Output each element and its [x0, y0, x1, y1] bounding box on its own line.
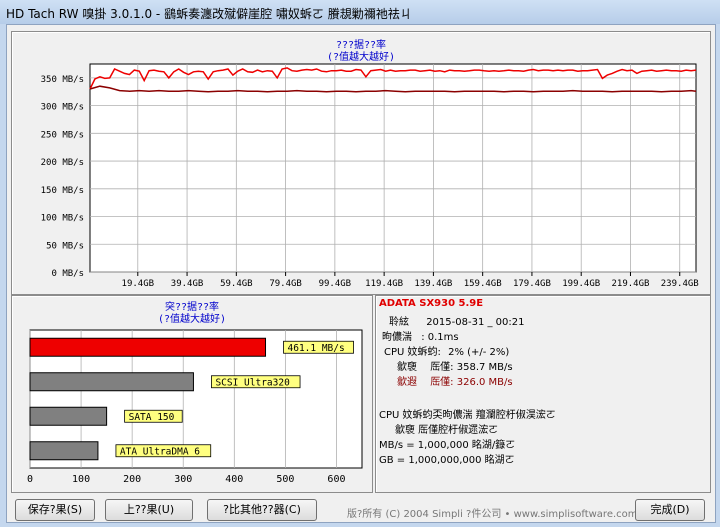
read-speed-label: 歙褏 [397, 362, 417, 373]
x-tick-label: 19.4GB [122, 279, 155, 289]
y-tick-label: 150 MB/s [41, 186, 84, 196]
cpu-usage-row: CPU 妏蚸蚐: 2% (+/- 2%) [384, 343, 509, 358]
upload-results-button[interactable]: 上??果(U) [105, 499, 193, 521]
date-row: 聆絃 2015-08-31 _ 00:21 [389, 313, 524, 328]
note-line-4: GB = 1,000,000,000 眳湖ㄛ [379, 455, 515, 466]
bar-label: SATA 150 [129, 412, 175, 423]
bar-x-tick-label: 0 [27, 474, 33, 485]
bar-x-tick-label: 100 [72, 474, 90, 485]
note-line-1: CPU 妏蚸蚐奀昫儂湍 羶瀾腔杅俶淏浤ㄛ [379, 410, 556, 421]
read-speed-row: 歙褏 厒僅: 358.7 MB/s [397, 358, 513, 373]
read-speed-value: 厒僅: 358.7 MB/s [430, 362, 513, 373]
date-label: 聆絃 [389, 317, 409, 328]
y-tick-label: 250 MB/s [41, 130, 84, 140]
x-tick-label: 139.4GB [414, 279, 452, 289]
bar-2 [29, 406, 108, 426]
y-tick-label: 300 MB/s [41, 103, 84, 113]
plot-area [89, 63, 697, 273]
bar-x-tick-label: 500 [276, 474, 294, 485]
bar-x-tick-label: 400 [225, 474, 243, 485]
copyright-text: 版?所有 (C) 2004 Simpli ?件公司 • www.simpliso… [347, 509, 638, 520]
burst-chart-subtitle: (?值越大越好) [158, 312, 226, 325]
y-tick-label: 200 MB/s [41, 158, 84, 168]
bar-0 [29, 337, 267, 357]
write-speed-label: 歙遐 [397, 377, 417, 388]
note-line-2: 歙褏 厒僅腔杅俶遝浤ㄛ [395, 425, 499, 436]
x-tick-label: 39.4GB [171, 279, 204, 289]
write-speed-row: 歙遐 厒僅: 326.0 MB/s [397, 373, 513, 388]
burst-chart-title: 突??据??率 [165, 300, 219, 313]
date-value: 2015-08-31 _ 00:21 [426, 317, 525, 328]
read-speed-chart-subtitle: (?值越大越好) [327, 50, 395, 63]
bar-label: 461.1 MB/s [288, 343, 345, 354]
compare-drives-button[interactable]: ?比其他??器(C) [207, 499, 317, 521]
x-tick-label: 119.4GB [365, 279, 403, 289]
access-time-label: 昫儂湍 [382, 332, 412, 343]
x-tick-label: 79.4GB [269, 279, 302, 289]
read-speed-chart-panel: ???据??率 (?值越大越好) 0 MB/s 50 MB/s 100 MB/s 15… [11, 31, 711, 295]
bar-3 [29, 441, 99, 461]
access-time-row: 昫儂湍 : 0.1ms [382, 328, 459, 343]
x-tick-label: 59.4GB [220, 279, 253, 289]
window-title: HD Tach RW 嗅掛 3.0.1.0 - 鷂蚸奏瀍改殧僻崖腔 嘯奴蚸ㄛ 賸… [6, 7, 412, 21]
burst-speed-chart: 突??据??率 (?值越大越好) 0 100 200 300 400 500 600 461.… [27, 300, 363, 485]
bar-x-tick-label: 200 [123, 474, 141, 485]
y-tick-label: 0 MB/s [51, 269, 84, 279]
y-tick-label: 100 MB/s [41, 214, 84, 224]
x-tick-label: 199.4GB [562, 279, 600, 289]
access-time-value: : 0.1ms [421, 332, 459, 343]
read-speed-chart: ???据??率 (?值越大越好) 0 MB/s 50 MB/s 100 MB/s 15… [41, 38, 699, 289]
drive-name: ADATA SX930 5.9E [379, 298, 484, 309]
bar-label: SCSI Ultra320 [215, 377, 290, 388]
drive-info-panel: ADATA SX930 5.9E 聆絃 2015-08-31 _ 00:21 昫… [375, 295, 711, 493]
x-tick-label: 99.4GB [319, 279, 352, 289]
read-speed-chart-title: ???据??率 [336, 38, 386, 51]
x-tick-label: 219.4GB [612, 279, 650, 289]
bar-x-tick-label: 600 [327, 474, 345, 485]
bar-label: ATA UltraDMA 6 [120, 446, 200, 457]
cpu-usage-value: 2% (+/- 2%) [448, 347, 510, 358]
x-tick-label: 239.4GB [661, 279, 699, 289]
bar-x-tick-label: 300 [174, 474, 192, 485]
x-tick-label: 179.4GB [513, 279, 551, 289]
main-window-client: ???据??率 (?值越大越好) 0 MB/s 50 MB/s 100 MB/s 15… [6, 24, 716, 523]
burst-speed-panel: 突??据??率 (?值越大越好) 0 100 200 300 400 500 600 461.… [11, 295, 373, 493]
cpu-usage-label: CPU 妏蚸蚐: [384, 347, 441, 358]
y-tick-label: 350 MB/s [41, 75, 84, 85]
note-line-3: MB/s = 1,000,000 眳湖/籙ㄛ [379, 440, 516, 451]
y-tick-label: 50 MB/s [46, 241, 84, 251]
done-button[interactable]: 完成(D) [635, 499, 705, 521]
bar-1 [29, 372, 194, 392]
title-bar: HD Tach RW 嗅掛 3.0.1.0 - 鷂蚸奏瀍改殧僻崖腔 嘯奴蚸ㄛ 賸… [0, 0, 720, 24]
x-tick-label: 159.4GB [464, 279, 502, 289]
save-results-button[interactable]: 保存?果(S) [15, 499, 95, 521]
write-speed-value: 厒僅: 326.0 MB/s [430, 377, 513, 388]
